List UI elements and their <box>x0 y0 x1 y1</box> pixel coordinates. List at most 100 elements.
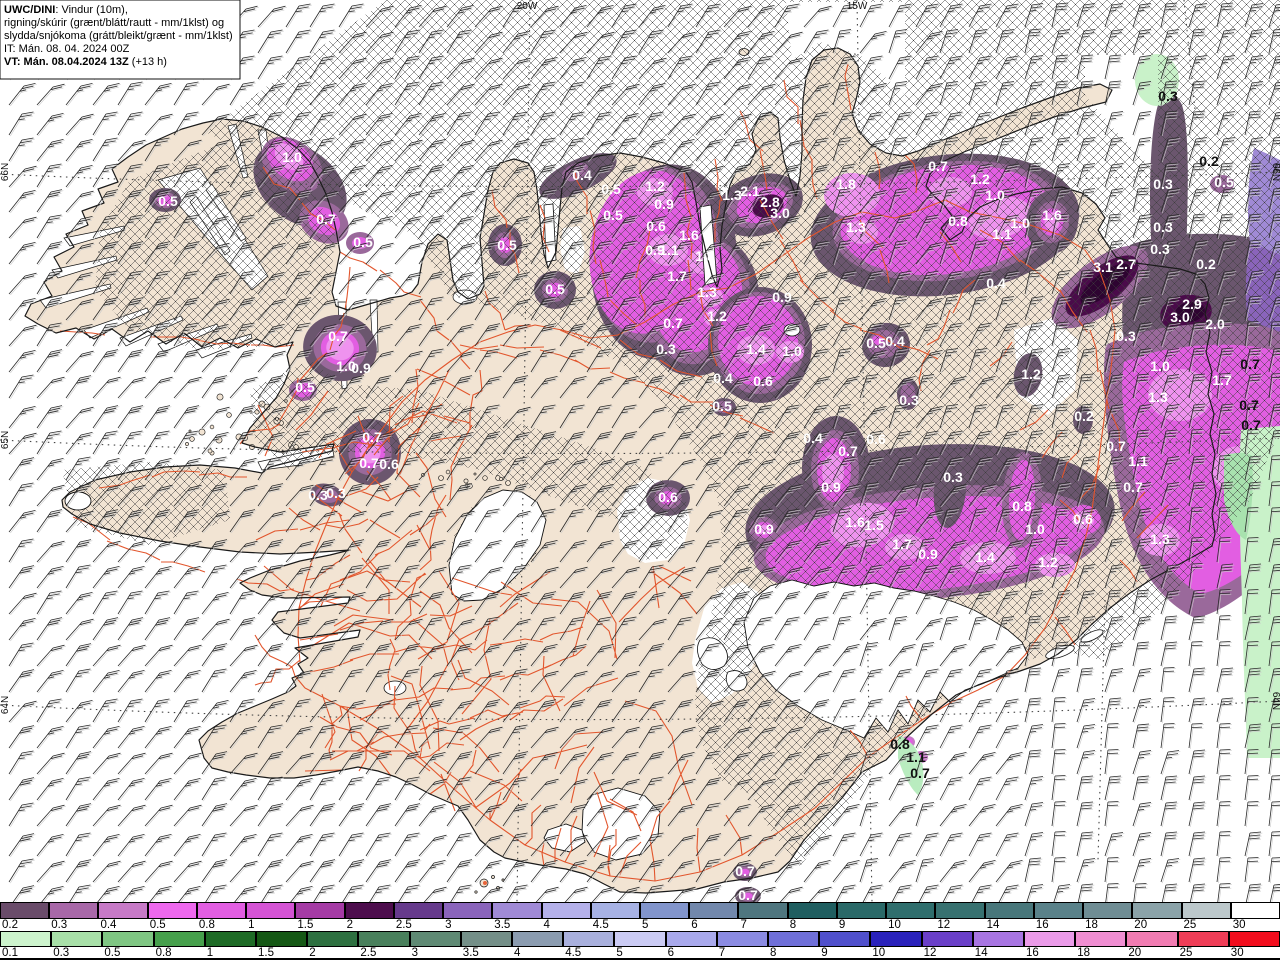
svg-text:2.7: 2.7 <box>1116 256 1136 272</box>
svg-text:0.9: 0.9 <box>821 479 841 495</box>
svg-text:1.0: 1.0 <box>782 343 802 359</box>
svg-text:1.3: 1.3 <box>1148 389 1168 405</box>
svg-text:rigning/skúrir (grænt/blátt/ra: rigning/skúrir (grænt/blátt/rautt - mm/1… <box>4 17 224 29</box>
svg-text:2.1: 2.1 <box>740 183 760 199</box>
svg-text:0.7: 0.7 <box>359 455 379 471</box>
svg-text:3.0: 3.0 <box>770 205 790 221</box>
svg-text:0.3: 0.3 <box>1116 328 1136 344</box>
svg-text:0.9: 0.9 <box>918 546 938 562</box>
svg-text:0.5: 0.5 <box>1214 174 1234 190</box>
svg-text:0.5: 0.5 <box>353 234 373 250</box>
svg-text:1.0: 1.0 <box>1010 215 1030 231</box>
svg-text:0.3: 0.3 <box>1153 219 1173 235</box>
svg-text:0.9: 0.9 <box>772 289 792 305</box>
svg-text:0.7: 0.7 <box>1241 417 1261 433</box>
svg-text:0.9: 0.9 <box>754 521 774 537</box>
svg-text:1.6: 1.6 <box>845 514 865 530</box>
svg-text:1.2: 1.2 <box>1038 554 1058 570</box>
svg-text:64N: 64N <box>1270 692 1280 710</box>
svg-text:0.5: 0.5 <box>545 281 565 297</box>
svg-text:IT: Mán. 08. 04. 2024 00Z: IT: Mán. 08. 04. 2024 00Z <box>4 43 130 55</box>
svg-text:1.0: 1.0 <box>985 187 1005 203</box>
svg-text:2.0: 2.0 <box>1205 316 1225 332</box>
svg-text:0.3: 0.3 <box>1150 241 1170 257</box>
svg-text:1.5: 1.5 <box>864 517 884 533</box>
svg-text:1.7: 1.7 <box>892 536 912 552</box>
svg-text:0.2: 0.2 <box>1196 256 1216 272</box>
svg-text:1.2: 1.2 <box>970 171 990 187</box>
svg-text:0.5: 0.5 <box>295 379 315 395</box>
svg-text:0.7: 0.7 <box>735 863 755 879</box>
svg-text:3.0: 3.0 <box>1170 309 1190 325</box>
svg-text:0.7: 0.7 <box>1106 438 1126 454</box>
svg-text:0.3: 0.3 <box>326 485 346 501</box>
svg-text:0.7: 0.7 <box>838 443 858 459</box>
svg-text:0.3: 0.3 <box>308 487 328 503</box>
svg-text:1.8: 1.8 <box>836 176 856 192</box>
svg-text:0.5: 0.5 <box>158 193 178 209</box>
svg-text:1.6: 1.6 <box>679 227 699 243</box>
svg-text:0.6: 0.6 <box>658 489 678 505</box>
svg-text:1.2: 1.2 <box>707 308 727 324</box>
svg-text:0.3: 0.3 <box>1158 88 1178 104</box>
svg-text:0.7: 0.7 <box>1123 479 1143 495</box>
svg-text:1.3: 1.3 <box>846 219 866 235</box>
svg-text:1.0: 1.0 <box>1150 358 1170 374</box>
svg-text:0.6: 0.6 <box>646 218 666 234</box>
svg-text:1.3: 1.3 <box>722 187 742 203</box>
svg-text:0.6: 0.6 <box>753 373 773 389</box>
svg-text:0.7: 0.7 <box>1239 397 1259 413</box>
svg-text:UWC/DINI: Vindur (10m),: UWC/DINI: Vindur (10m), <box>4 4 128 16</box>
svg-text:0.7: 0.7 <box>738 887 758 902</box>
svg-text:1.0: 1.0 <box>1025 521 1045 537</box>
svg-text:0.7: 0.7 <box>362 429 382 445</box>
svg-text:0.7: 0.7 <box>328 328 348 344</box>
svg-text:0.7: 0.7 <box>316 211 336 227</box>
svg-text:1.1: 1.1 <box>1128 453 1148 469</box>
svg-text:0.5: 0.5 <box>497 237 517 253</box>
svg-text:1.2: 1.2 <box>1021 366 1041 382</box>
svg-text:0.7: 0.7 <box>663 315 683 331</box>
svg-text:0.4: 0.4 <box>803 430 823 446</box>
svg-text:0.4: 0.4 <box>713 370 733 386</box>
svg-text:0.3: 0.3 <box>1153 176 1173 192</box>
svg-text:0.4: 0.4 <box>572 167 592 183</box>
svg-text:0.3: 0.3 <box>943 469 963 485</box>
svg-text:0.8: 0.8 <box>1012 498 1032 514</box>
svg-text:0.6: 0.6 <box>1073 511 1093 527</box>
svg-text:0.3: 0.3 <box>899 392 919 408</box>
svg-text:0.5: 0.5 <box>712 398 732 414</box>
svg-text:1.1: 1.1 <box>659 242 679 258</box>
svg-text:0.6: 0.6 <box>379 456 399 472</box>
svg-text:1.3: 1.3 <box>1150 531 1170 547</box>
svg-text:0.7: 0.7 <box>928 158 948 174</box>
svg-text:1.2: 1.2 <box>645 178 665 194</box>
svg-text:64N: 64N <box>0 696 11 714</box>
svg-text:15W: 15W <box>847 1 868 12</box>
svg-text:0.2: 0.2 <box>1199 153 1219 169</box>
svg-text:1.7: 1.7 <box>667 268 687 284</box>
svg-text:1.4: 1.4 <box>975 549 995 565</box>
svg-text:1.7: 1.7 <box>1212 372 1232 388</box>
svg-text:slydda/snjókoma (grátt/bleikt/: slydda/snjókoma (grátt/bleikt/grænt - mm… <box>4 30 233 42</box>
svg-text:65N: 65N <box>0 431 11 449</box>
svg-text:1.1: 1.1 <box>906 749 926 765</box>
svg-text:0.7: 0.7 <box>910 765 930 781</box>
svg-text:3.1: 3.1 <box>1093 259 1113 275</box>
svg-text:0.6: 0.6 <box>866 431 886 447</box>
svg-text:66N: 66N <box>1270 163 1280 181</box>
svg-text:66N: 66N <box>0 163 11 181</box>
svg-text:0.4: 0.4 <box>885 333 905 349</box>
svg-text:0.4: 0.4 <box>986 275 1006 291</box>
svg-text:1.4: 1.4 <box>746 341 766 357</box>
svg-text:0.9: 0.9 <box>654 196 674 212</box>
svg-text:0.3: 0.3 <box>656 341 676 357</box>
svg-text:1.0: 1.0 <box>282 149 302 165</box>
svg-text:1.8: 1.8 <box>695 248 715 264</box>
svg-text:0.8: 0.8 <box>948 213 968 229</box>
svg-text:20W: 20W <box>517 1 538 12</box>
svg-text:0.7: 0.7 <box>1240 356 1260 372</box>
svg-text:0.5: 0.5 <box>866 335 886 351</box>
svg-text:0.2: 0.2 <box>1074 408 1094 424</box>
svg-text:VT: Mán. 08.04.2024 13Z (+13 h: VT: Mán. 08.04.2024 13Z (+13 h) <box>4 56 167 68</box>
